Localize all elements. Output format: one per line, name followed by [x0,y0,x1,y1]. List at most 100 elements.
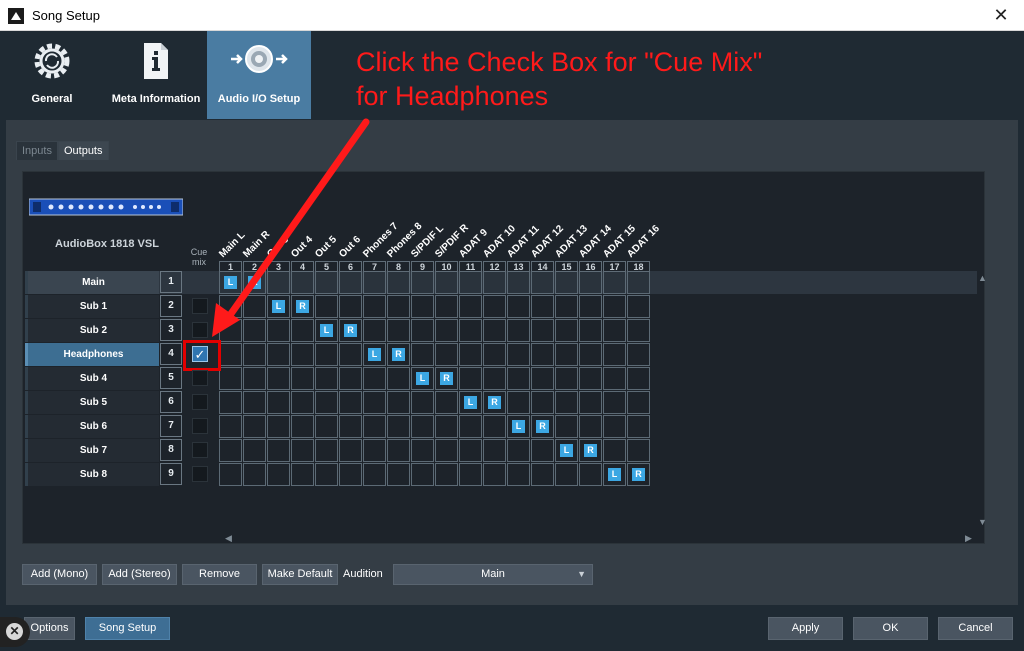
routing-cell[interactable]: R [387,343,410,366]
routing-cell[interactable] [219,295,242,318]
routing-cell[interactable] [315,463,338,486]
routing-cell[interactable] [435,415,458,438]
routing-cell[interactable] [507,463,530,486]
routing-cell[interactable] [363,271,386,294]
routing-cell[interactable] [267,367,290,390]
routing-cell[interactable] [579,343,602,366]
routing-cell[interactable]: L [411,367,434,390]
routing-cell[interactable] [507,439,530,462]
routing-cell[interactable] [243,319,266,342]
routing-cell[interactable] [219,415,242,438]
routing-cell[interactable] [411,463,434,486]
cue-mix-checkbox[interactable]: ✓ [192,346,208,362]
routing-cell[interactable] [459,367,482,390]
output-row-label[interactable]: Sub 4 [25,367,159,390]
output-row-label[interactable]: Sub 8 [25,463,159,486]
routing-cell[interactable]: L [315,319,338,342]
routing-cell[interactable] [579,391,602,414]
routing-cell[interactable] [603,319,626,342]
routing-cell[interactable] [339,343,362,366]
routing-cell[interactable]: L [219,271,242,294]
routing-cell[interactable] [627,295,650,318]
routing-cell[interactable] [267,439,290,462]
routing-cell[interactable]: R [435,367,458,390]
routing-cell[interactable]: L [267,295,290,318]
vertical-scrollbar[interactable]: ▲ ▼ [978,271,987,533]
routing-cell[interactable] [411,343,434,366]
output-row-label[interactable]: Sub 5 [25,391,159,414]
routing-cell[interactable] [483,319,506,342]
routing-cell[interactable] [627,271,650,294]
routing-cell[interactable] [531,439,554,462]
routing-cell[interactable] [435,439,458,462]
scroll-up-icon[interactable]: ▲ [978,273,987,283]
routing-cell[interactable]: R [339,319,362,342]
options-button[interactable]: Options [24,617,75,640]
scroll-down-icon[interactable]: ▼ [978,517,987,527]
routing-cell[interactable] [579,367,602,390]
routing-cell[interactable] [387,319,410,342]
output-row-label[interactable]: Sub 7 [25,439,159,462]
routing-cell[interactable] [603,367,626,390]
routing-cell[interactable] [627,391,650,414]
routing-cell[interactable] [267,271,290,294]
routing-cell[interactable] [435,271,458,294]
routing-cell[interactable] [555,343,578,366]
routing-cell[interactable] [363,367,386,390]
routing-cell[interactable] [291,367,314,390]
routing-cell[interactable] [291,271,314,294]
routing-cell[interactable] [387,295,410,318]
routing-cell[interactable] [435,343,458,366]
routing-cell[interactable] [243,463,266,486]
routing-cell[interactable] [579,271,602,294]
routing-cell[interactable] [339,271,362,294]
routing-cell[interactable] [315,439,338,462]
routing-cell[interactable] [339,295,362,318]
output-row-label[interactable]: Headphones [25,343,159,366]
routing-cell[interactable] [435,295,458,318]
routing-cell[interactable] [531,271,554,294]
routing-cell[interactable] [315,271,338,294]
add-stereo-button[interactable]: Add (Stereo) [102,564,177,585]
routing-cell[interactable] [291,391,314,414]
routing-cell[interactable] [555,463,578,486]
ok-button[interactable]: OK [853,617,928,640]
scroll-right-icon[interactable]: ▶ [965,533,972,544]
routing-cell[interactable] [219,463,242,486]
routing-cell[interactable] [435,319,458,342]
routing-cell[interactable] [363,295,386,318]
routing-cell[interactable] [459,319,482,342]
routing-cell[interactable] [483,271,506,294]
routing-cell[interactable] [459,439,482,462]
routing-cell[interactable] [315,295,338,318]
routing-cell[interactable] [363,463,386,486]
routing-cell[interactable] [603,271,626,294]
routing-cell[interactable] [315,391,338,414]
cue-mix-checkbox[interactable] [192,466,208,482]
routing-cell[interactable] [555,295,578,318]
routing-cell[interactable] [459,295,482,318]
cue-mix-checkbox[interactable] [192,370,208,386]
routing-cell[interactable] [603,439,626,462]
routing-cell[interactable] [603,343,626,366]
routing-cell[interactable] [339,367,362,390]
routing-cell[interactable] [387,367,410,390]
routing-cell[interactable] [603,391,626,414]
output-row-label[interactable]: Sub 2 [25,319,159,342]
routing-cell[interactable]: R [579,439,602,462]
routing-cell[interactable] [555,391,578,414]
routing-cell[interactable] [267,319,290,342]
routing-cell[interactable] [363,319,386,342]
routing-cell[interactable] [507,271,530,294]
toolbar-general-button[interactable]: General [1,31,103,119]
horizontal-scrollbar[interactable]: ◀ ▶ [219,532,977,546]
routing-cell[interactable] [483,439,506,462]
cue-mix-checkbox[interactable] [192,418,208,434]
routing-cell[interactable] [531,463,554,486]
routing-cell[interactable] [531,391,554,414]
routing-cell[interactable] [411,439,434,462]
routing-cell[interactable] [291,439,314,462]
routing-cell[interactable]: L [363,343,386,366]
routing-cell[interactable] [627,367,650,390]
routing-cell[interactable] [219,367,242,390]
